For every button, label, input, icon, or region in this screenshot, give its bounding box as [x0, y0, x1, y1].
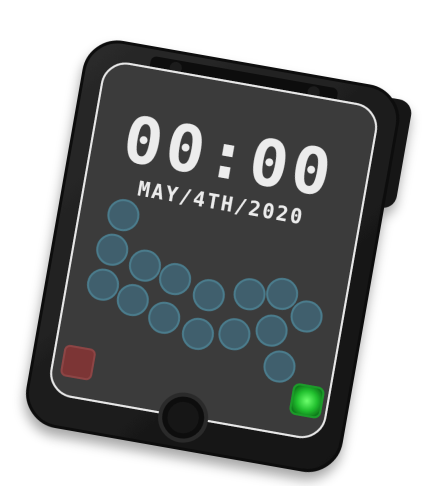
green-square-button[interactable] [289, 383, 325, 419]
red-square-button[interactable] [60, 344, 96, 381]
phone-illustration: 00:00 MAY/4TH/2020 [26, 40, 412, 473]
